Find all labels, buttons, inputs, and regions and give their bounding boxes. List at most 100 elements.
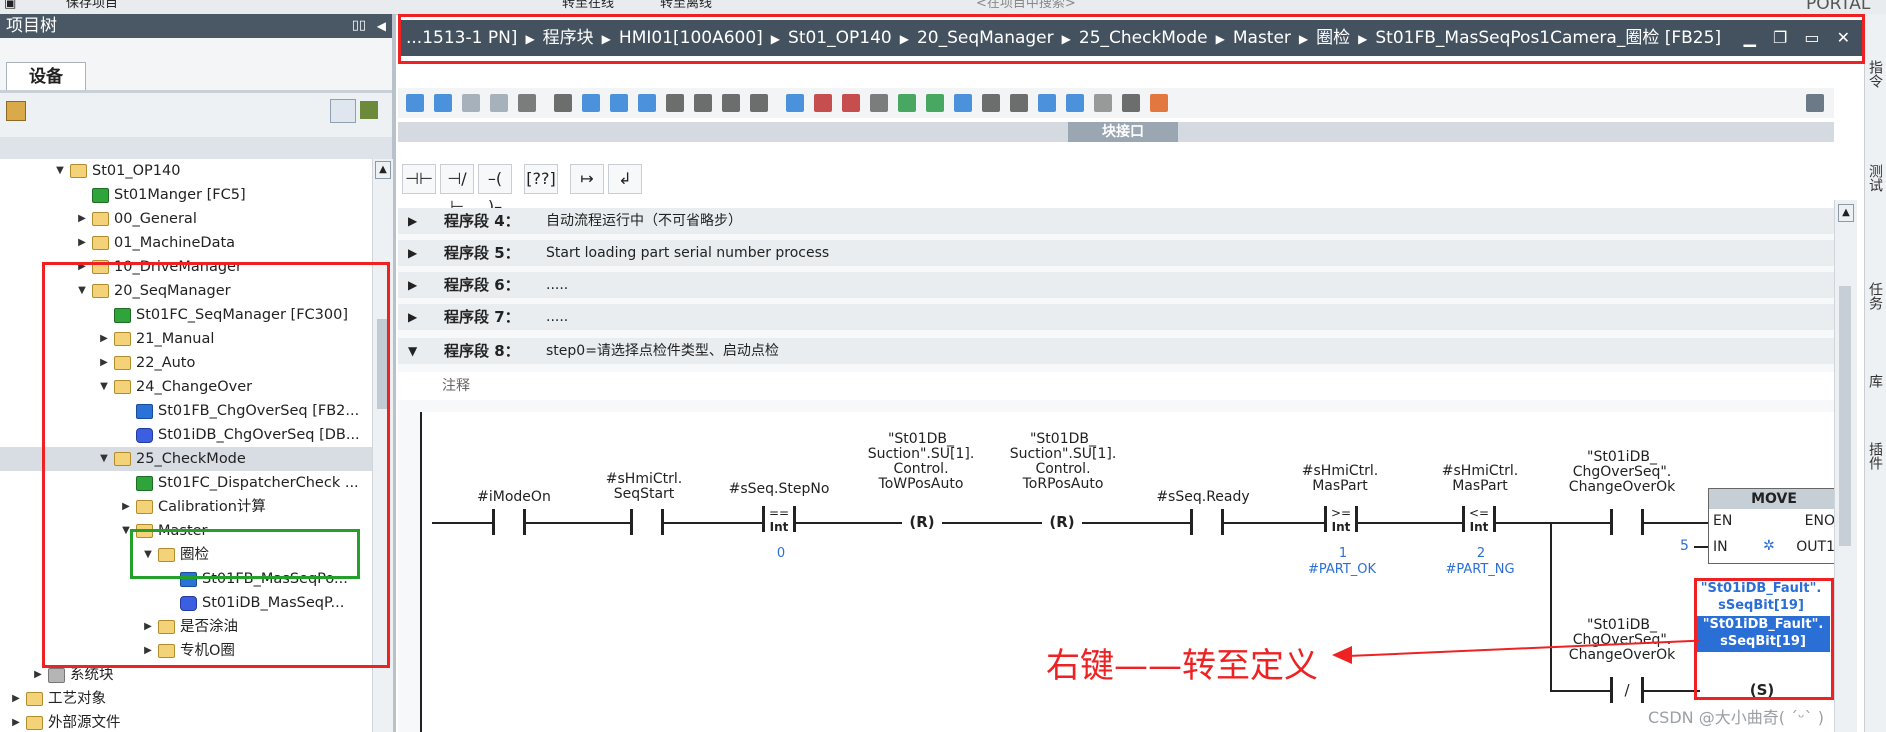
toolbar-icon[interactable] <box>462 94 480 112</box>
expand-arrow-icon[interactable]: ▶ <box>408 240 417 266</box>
tree-toolbar <box>0 93 392 137</box>
network-6[interactable]: ▶ 程序段 6：..... <box>398 272 1834 298</box>
toolbar-icon[interactable] <box>434 94 452 112</box>
expand-arrow-icon[interactable]: ▶ <box>76 231 88 255</box>
toolbar-icon[interactable] <box>1038 94 1056 112</box>
toolbar-icon[interactable] <box>1066 94 1084 112</box>
move-out-pin: OUT1 <box>1796 539 1835 555</box>
toolbar-icon[interactable] <box>954 94 972 112</box>
expand-arrow-icon[interactable]: ▶ <box>10 711 22 732</box>
editor-scroll-thumb[interactable] <box>1839 286 1851 546</box>
tree-item-label: 00_General <box>114 211 197 227</box>
toolbar-icon[interactable] <box>1122 94 1140 112</box>
sys-icon <box>48 668 65 683</box>
tree-item[interactable]: ▶ 00_General <box>0 207 372 231</box>
go-online-button[interactable]: 转至在线 <box>562 0 614 10</box>
collapse-arrow-icon[interactable]: ▼ <box>54 159 66 183</box>
comment-placeholder: 注释 <box>442 378 470 394</box>
task-cards-bar: 指令 测试 任务 库 插件 <box>1864 14 1886 732</box>
tree-item-label: 外部源文件 <box>48 715 121 731</box>
network-desc: ..... <box>546 309 569 325</box>
collapse-pane-icon[interactable]: ◀ <box>377 14 386 38</box>
network-comment-field[interactable]: 注释 <box>398 372 1834 400</box>
open-branch-icon[interactable]: ↦ <box>570 164 604 194</box>
tab-instructions[interactable]: 指令 <box>1867 60 1885 88</box>
toolbar-icon[interactable] <box>722 94 740 112</box>
expand-arrow-icon[interactable]: ▶ <box>408 272 417 298</box>
toolbar-icon[interactable] <box>750 94 768 112</box>
tree-header-gap <box>0 137 392 159</box>
tree-settings-icon[interactable] <box>360 101 378 119</box>
toolbar-icon[interactable] <box>870 94 888 112</box>
split-view-icon[interactable] <box>1806 94 1824 112</box>
coil-icon[interactable]: –( )– <box>478 164 512 216</box>
view-overview-icon[interactable] <box>330 99 356 123</box>
tab-devices[interactable]: 设备 <box>6 62 86 91</box>
toolbar-icon[interactable] <box>666 94 684 112</box>
toolbar-icon[interactable] <box>638 94 656 112</box>
network-7[interactable]: ▶ 程序段 7：..... <box>398 304 1834 330</box>
expand-arrow-icon[interactable]: ▶ <box>408 304 417 330</box>
tree-item[interactable]: ▼ St01_OP140 <box>0 159 372 183</box>
toolbar-icon[interactable] <box>554 94 572 112</box>
expand-arrow-icon[interactable]: ▶ <box>76 207 88 231</box>
toolbar-icon[interactable] <box>926 94 944 112</box>
go-offline-button[interactable]: 转至离线 <box>660 0 712 10</box>
tree-item-label: St01_OP140 <box>92 163 181 179</box>
toolbar-icon[interactable] <box>1094 94 1112 112</box>
network-4[interactable]: ▶ 程序段 4： 自动流程运行中（不可省略步） <box>398 208 1834 234</box>
save-icon[interactable]: ▣ <box>4 0 16 10</box>
toolbar-icon[interactable] <box>1150 94 1168 112</box>
expand-arrow-icon[interactable]: ▶ <box>408 208 417 234</box>
network-title: 程序段 7： <box>444 308 520 326</box>
expand-arrow-icon[interactable]: ▶ <box>10 687 22 711</box>
toolbar-icon[interactable] <box>582 94 600 112</box>
nc-contact-icon[interactable]: ⊣/⊢ <box>440 164 474 216</box>
toolbar-icon[interactable] <box>814 94 832 112</box>
toolbar-icon[interactable] <box>610 94 628 112</box>
toolbar-icon[interactable] <box>518 94 536 112</box>
block-interface-bar[interactable]: 块接口 <box>398 122 1834 142</box>
network-desc: step0=请选择点检件类型、启动点检 <box>546 343 779 359</box>
collapse-arrow-icon[interactable]: ▼ <box>408 338 417 364</box>
move-en-pin: EN <box>1713 513 1733 529</box>
pane-pin-icon[interactable]: ▯▯ <box>352 14 366 38</box>
close-branch-icon[interactable]: ↲ <box>608 164 642 194</box>
add-device-icon[interactable] <box>6 101 26 121</box>
folder-icon <box>92 212 109 226</box>
toolbar-icon[interactable] <box>490 94 508 112</box>
tab-libraries[interactable]: 库 <box>1867 374 1885 388</box>
network-5[interactable]: ▶ 程序段 5： Start loading part serial number … <box>398 240 1834 266</box>
tab-tasks[interactable]: 任务 <box>1867 282 1885 310</box>
network-8[interactable]: ▼ 程序段 8： step0=请选择点检件类型、启动点检 <box>398 338 1834 364</box>
move-instruction-box[interactable]: MOVE EN ENO IN ✲ OUT1 <box>1708 488 1840 564</box>
move-in-value[interactable]: 5 <box>1680 538 1689 554</box>
tree-item[interactable]: ▶ 01_MachineData <box>0 231 372 255</box>
toolbar-icon[interactable] <box>1010 94 1028 112</box>
project-search-input[interactable]: <在项目中搜索> <box>976 0 1076 10</box>
annotation-text: 右键——转至定义 <box>1046 646 1318 686</box>
tree-item[interactable]: ▶ 外部源文件 <box>0 711 372 732</box>
watermark: CSDN @大小曲奇( ˊᵕˋ ) <box>1648 708 1824 727</box>
toolbar-icon[interactable] <box>842 94 860 112</box>
tree-item[interactable]: ▶ 工艺对象 <box>0 687 372 711</box>
toolbar-icon[interactable] <box>694 94 712 112</box>
toolbar-icon[interactable] <box>406 94 424 112</box>
toolbar-icon[interactable] <box>786 94 804 112</box>
toolbar-icon[interactable] <box>982 94 1000 112</box>
save-project-button[interactable]: 保存项目 <box>66 0 118 10</box>
folder-icon <box>26 692 43 706</box>
tree-highlight <box>42 262 390 668</box>
block-interface-label[interactable]: 块接口 <box>1068 122 1178 142</box>
network-desc: Start loading part serial number process <box>546 245 830 261</box>
ladder-favorites-toolbar: ⊣⊢ ⊣/⊢ –( )– [??] ↦ ↲ <box>398 158 1834 216</box>
block-editor-toolbar <box>398 88 1834 118</box>
no-contact-icon[interactable]: ⊣⊢ <box>402 164 436 194</box>
tab-addins[interactable]: 插件 <box>1867 442 1885 470</box>
empty-box-icon[interactable]: [??] <box>524 164 558 194</box>
editor-scrollbar[interactable]: ▲ <box>1834 200 1857 732</box>
toolbar-icon[interactable] <box>898 94 916 112</box>
tab-testing[interactable]: 测试 <box>1867 164 1885 192</box>
tree-item[interactable]: St01Manger [FC5] <box>0 183 372 207</box>
tree-item-label: St01Manger [FC5] <box>114 187 246 203</box>
